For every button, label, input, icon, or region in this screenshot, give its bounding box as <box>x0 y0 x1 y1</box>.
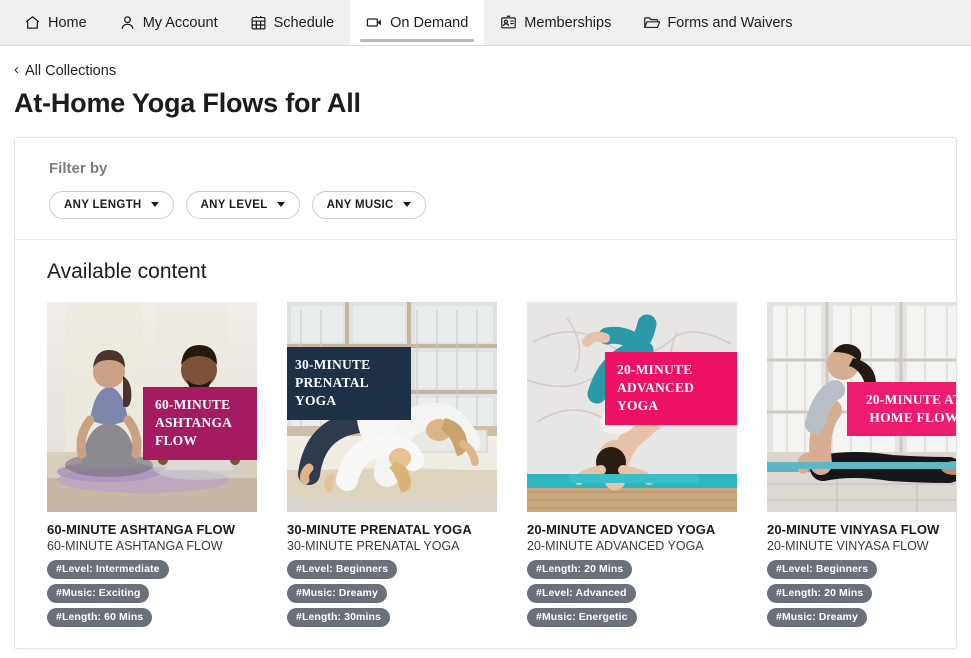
card-thumbnail[interactable]: 20-MINUTE AT HOME FLOW <box>767 301 957 512</box>
card-tag: #Music: Exciting <box>47 583 150 603</box>
nav-item-memberships[interactable]: Memberships <box>484 0 627 45</box>
main-navigation: Home My Account Schedule On Demand Membe… <box>0 0 971 46</box>
card-ribbon-line-2: ASHTANGA FLOW <box>155 415 232 449</box>
folder-icon <box>643 14 661 31</box>
card-tag-list: #Level: Beginners #Music: Dreamy #Length… <box>287 559 497 627</box>
card-tag: #Level: Intermediate <box>47 559 169 579</box>
card-ribbon-line-1: 20-MINUTE <box>617 361 693 377</box>
filter-any-music-button[interactable]: ANY MUSIC <box>311 190 426 219</box>
content-card[interactable]: 30-MINUTE PRENATAL YOGA 30-MINUTE PRENAT… <box>287 301 497 627</box>
card-subtitle: 60-MINUTE ASHTANGA FLOW <box>47 538 223 553</box>
chevron-down-icon <box>150 202 159 208</box>
breadcrumb-label: All Collections <box>25 62 117 79</box>
breadcrumb[interactable]: ‹ All Collections <box>14 61 117 79</box>
card-thumbnail[interactable]: 30-MINUTE PRENATAL YOGA <box>287 301 497 512</box>
card-tag-list: #Level: Intermediate #Music: Exciting #L… <box>47 559 257 627</box>
nav-label-my-account: My Account <box>142 14 218 31</box>
card-ribbon-line-1: 20-MINUTE AT <box>865 391 957 407</box>
nav-item-schedule[interactable]: Schedule <box>234 0 350 45</box>
card-title: 60-MINUTE ASHTANGA FLOW <box>47 521 236 537</box>
card-tag-list: #Level: Beginners #Length: 20 Mins #Musi… <box>767 559 956 627</box>
card-tag: #Level: Beginners <box>767 559 878 579</box>
card-tag: #Music: Dreamy <box>767 607 867 627</box>
card-title: 20-MINUTE ADVANCED YOGA <box>527 521 716 537</box>
card-tag: #Level: Advanced <box>527 583 636 603</box>
card-tag-list: #Length: 20 Mins #Level: Advanced #Music… <box>527 559 737 627</box>
home-icon <box>24 14 41 31</box>
chevron-down-icon <box>276 202 285 208</box>
card-tag: #Length: 30mins <box>287 607 390 627</box>
content-card[interactable]: 20-MINUTE AT HOME FLOW 20-MINUTE VINYASA… <box>767 301 957 627</box>
card-tag: #Length: 20 Mins <box>767 583 873 603</box>
chevron-down-icon <box>402 202 411 208</box>
card-ribbon-line-2: PRENATAL YOGA <box>295 375 369 409</box>
nav-label-home: Home <box>48 14 87 31</box>
card-subtitle: 20-MINUTE VINYASA FLOW <box>767 538 929 553</box>
nav-item-forms-and-waivers[interactable]: Forms and Waivers <box>627 0 808 45</box>
card-ribbon: 30-MINUTE PRENATAL YOGA <box>287 346 411 420</box>
content-card[interactable]: 60-MINUTE ASHTANGA FLOW 60-MINUTE ASHTAN… <box>47 301 257 627</box>
card-tag: #Level: Beginners <box>287 559 398 579</box>
card-ribbon-line-1: 60-MINUTE <box>155 396 231 412</box>
section-heading: Available content <box>47 259 207 283</box>
nav-label-memberships: Memberships <box>524 14 612 31</box>
nav-label-forms-and-waivers: Forms and Waivers <box>667 14 793 31</box>
chevron-left-icon: ‹ <box>14 61 19 78</box>
filter-any-music-label: ANY MUSIC <box>326 198 394 211</box>
content-card[interactable]: 20-MINUTE ADVANCED YOGA 20-MINUTE ADVANC… <box>527 301 737 627</box>
card-tag: #Length: 60 Mins <box>47 607 153 627</box>
video-icon <box>366 14 383 31</box>
card-ribbon-line-1: 30-MINUTE <box>295 356 371 372</box>
nav-label-schedule: Schedule <box>273 14 335 31</box>
nav-label-on-demand: On Demand <box>390 14 469 31</box>
filter-heading: Filter by <box>49 159 108 177</box>
card-ribbon: 60-MINUTE ASHTANGA FLOW <box>143 386 257 460</box>
card-title: 20-MINUTE VINYASA FLOW <box>767 521 940 537</box>
card-ribbon: 20-MINUTE ADVANCED YOGA <box>605 351 737 425</box>
card-subtitle: 20-MINUTE ADVANCED YOGA <box>527 538 704 553</box>
content-panel: Filter by ANY LENGTH ANY LEVEL ANY MUSIC… <box>14 136 957 649</box>
content-grid: 60-MINUTE ASHTANGA FLOW 60-MINUTE ASHTAN… <box>47 301 956 627</box>
card-ribbon: 20-MINUTE AT HOME FLOW <box>847 381 957 437</box>
card-tag: #Music: Dreamy <box>287 583 387 603</box>
filter-chip-group: ANY LENGTH ANY LEVEL ANY MUSIC <box>49 190 922 219</box>
card-title: 30-MINUTE PRENATAL YOGA <box>287 521 472 537</box>
card-thumbnail[interactable]: 60-MINUTE ASHTANGA FLOW <box>47 301 257 512</box>
card-ribbon-line-2: HOME FLOW <box>869 410 957 426</box>
nav-item-on-demand[interactable]: On Demand <box>350 0 485 45</box>
filter-any-length-button[interactable]: ANY LENGTH <box>49 190 174 219</box>
card-tag: #Length: 20 Mins <box>527 559 633 579</box>
card-thumbnail[interactable]: 20-MINUTE ADVANCED YOGA <box>527 301 737 512</box>
available-content-section: Available content 60-MINUTE ASHTANGA FLO… <box>15 240 956 627</box>
page-title: At-Home Yoga Flows for All <box>14 87 361 118</box>
filter-any-length-label: ANY LENGTH <box>64 198 142 211</box>
nav-item-home[interactable]: Home <box>8 0 103 45</box>
user-icon <box>119 14 136 31</box>
page-header: ‹ All Collections At-Home Yoga Flows for… <box>0 46 971 119</box>
filter-any-level-button[interactable]: ANY LEVEL <box>185 190 300 219</box>
card-ribbon-line-2: ADVANCED YOGA <box>617 380 695 414</box>
filter-any-level-label: ANY LEVEL <box>200 198 268 211</box>
filter-section: Filter by ANY LENGTH ANY LEVEL ANY MUSIC <box>15 138 956 239</box>
card-tag: #Music: Energetic <box>527 607 637 627</box>
calendar-icon <box>250 14 267 31</box>
id-card-icon <box>500 14 517 31</box>
card-subtitle: 30-MINUTE PRENATAL YOGA <box>287 538 460 553</box>
nav-item-my-account[interactable]: My Account <box>103 0 234 45</box>
